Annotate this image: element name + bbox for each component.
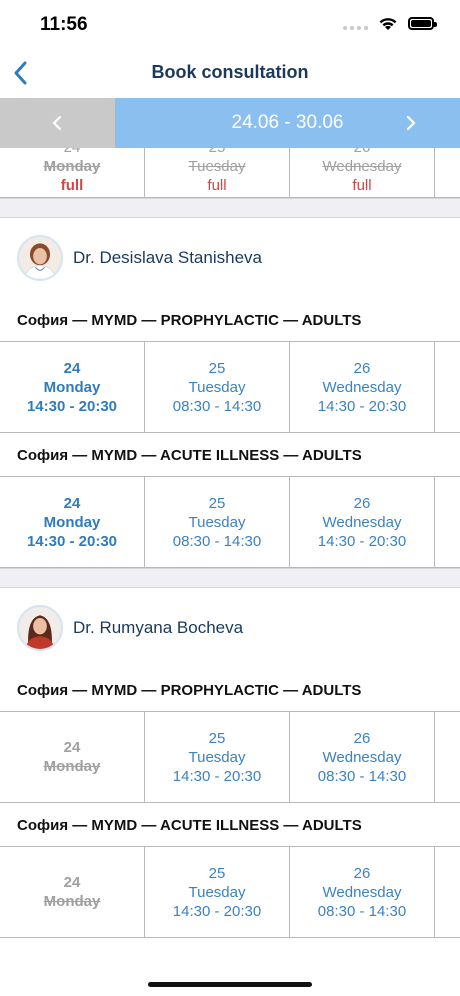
day-slot[interactable]: 26 Wednesday 08:30 - 14:30 — [290, 847, 435, 937]
day-slot-partial[interactable] — [435, 847, 460, 937]
doctor-header[interactable]: Dr. Rumyana Bocheva — [0, 588, 460, 668]
service-days-row: 24 Monday 25 Tuesday 14:30 - 20:30 26 We… — [0, 847, 460, 938]
status-icons — [343, 16, 437, 31]
navigation-bar: Book consultation — [0, 50, 460, 98]
service-days-row: 24 Monday 25 Tuesday 14:30 - 20:30 26 We… — [0, 712, 460, 803]
service-title: София — MYMD — ACUTE ILLNESS — ADULTS — [0, 433, 460, 477]
week-range-label: 24.06 - 30.06 — [231, 112, 344, 133]
doctor-name: Dr. Rumyana Bocheva — [73, 618, 244, 637]
day-slot[interactable]: 26 Wednesday 08:30 - 14:30 — [290, 712, 435, 802]
avatar — [17, 605, 63, 651]
doctor-name: Dr. Desislava Stanisheva — [73, 248, 262, 267]
chevron-right-icon — [406, 115, 416, 131]
day-slot-unavailable: 24 Monday — [0, 847, 145, 937]
day-slot[interactable]: 25 Tuesday 08:30 - 14:30 — [145, 477, 290, 567]
section-separator — [0, 198, 460, 218]
day-cell: 24 Monday full — [0, 148, 145, 197]
home-indicator — [148, 982, 312, 987]
service-title: София — MYMD — PROPHYLACTIC — ADULTS — [0, 668, 460, 712]
day-slot-partial[interactable] — [435, 342, 460, 432]
wifi-icon — [379, 18, 397, 30]
day-cell-partial — [435, 148, 460, 197]
service-title: София — MYMD — PROPHYLACTIC — ADULTS — [0, 298, 460, 342]
page-title: Book consultation — [151, 62, 309, 82]
battery-icon — [408, 17, 437, 30]
next-week-button[interactable] — [398, 111, 422, 135]
week-selector: 24.06 - 30.06 — [0, 98, 460, 148]
day-slot[interactable]: 25 Tuesday 08:30 - 14:30 — [145, 342, 290, 432]
week-range: 24.06 - 30.06 — [115, 98, 460, 148]
day-slot-selected[interactable]: 24 Monday 14:30 - 20:30 — [0, 342, 145, 432]
status-bar: 11:56 — [0, 0, 460, 50]
previous-week-button[interactable] — [0, 98, 115, 148]
day-slot-partial[interactable] — [435, 712, 460, 802]
chevron-left-icon — [52, 115, 61, 131]
service-title: София — MYMD — ACUTE ILLNESS — ADULTS — [0, 803, 460, 847]
day-slot-selected[interactable]: 24 Monday 14:30 - 20:30 — [0, 477, 145, 567]
day-slot-unavailable: 24 Monday — [0, 712, 145, 802]
doctor-header[interactable]: Dr. Desislava Stanisheva — [0, 218, 460, 298]
day-slot[interactable]: 26 Wednesday 14:30 - 20:30 — [290, 342, 435, 432]
doctor-photo — [19, 237, 61, 279]
schedule-list[interactable]: 24 Monday full 25 Tuesday full 26 Wednes… — [0, 148, 460, 996]
day-slot[interactable]: 25 Tuesday 14:30 - 20:30 — [145, 712, 290, 802]
section-separator — [0, 568, 460, 588]
day-slot-partial[interactable] — [435, 477, 460, 567]
service-days-row: 24 Monday 14:30 - 20:30 25 Tuesday 08:30… — [0, 477, 460, 568]
previous-service-row: 24 Monday full 25 Tuesday full 26 Wednes… — [0, 148, 460, 198]
day-cell: 26 Wednesday full — [290, 148, 435, 197]
status-time: 11:56 — [40, 14, 88, 35]
doctor-photo — [19, 607, 61, 649]
cellular-signal-icon — [343, 18, 368, 30]
day-slot[interactable]: 25 Tuesday 14:30 - 20:30 — [145, 847, 290, 937]
day-cell: 25 Tuesday full — [145, 148, 290, 197]
service-days-row: 24 Monday 14:30 - 20:30 25 Tuesday 08:30… — [0, 342, 460, 433]
day-slot[interactable]: 26 Wednesday 14:30 - 20:30 — [290, 477, 435, 567]
avatar — [17, 235, 63, 281]
